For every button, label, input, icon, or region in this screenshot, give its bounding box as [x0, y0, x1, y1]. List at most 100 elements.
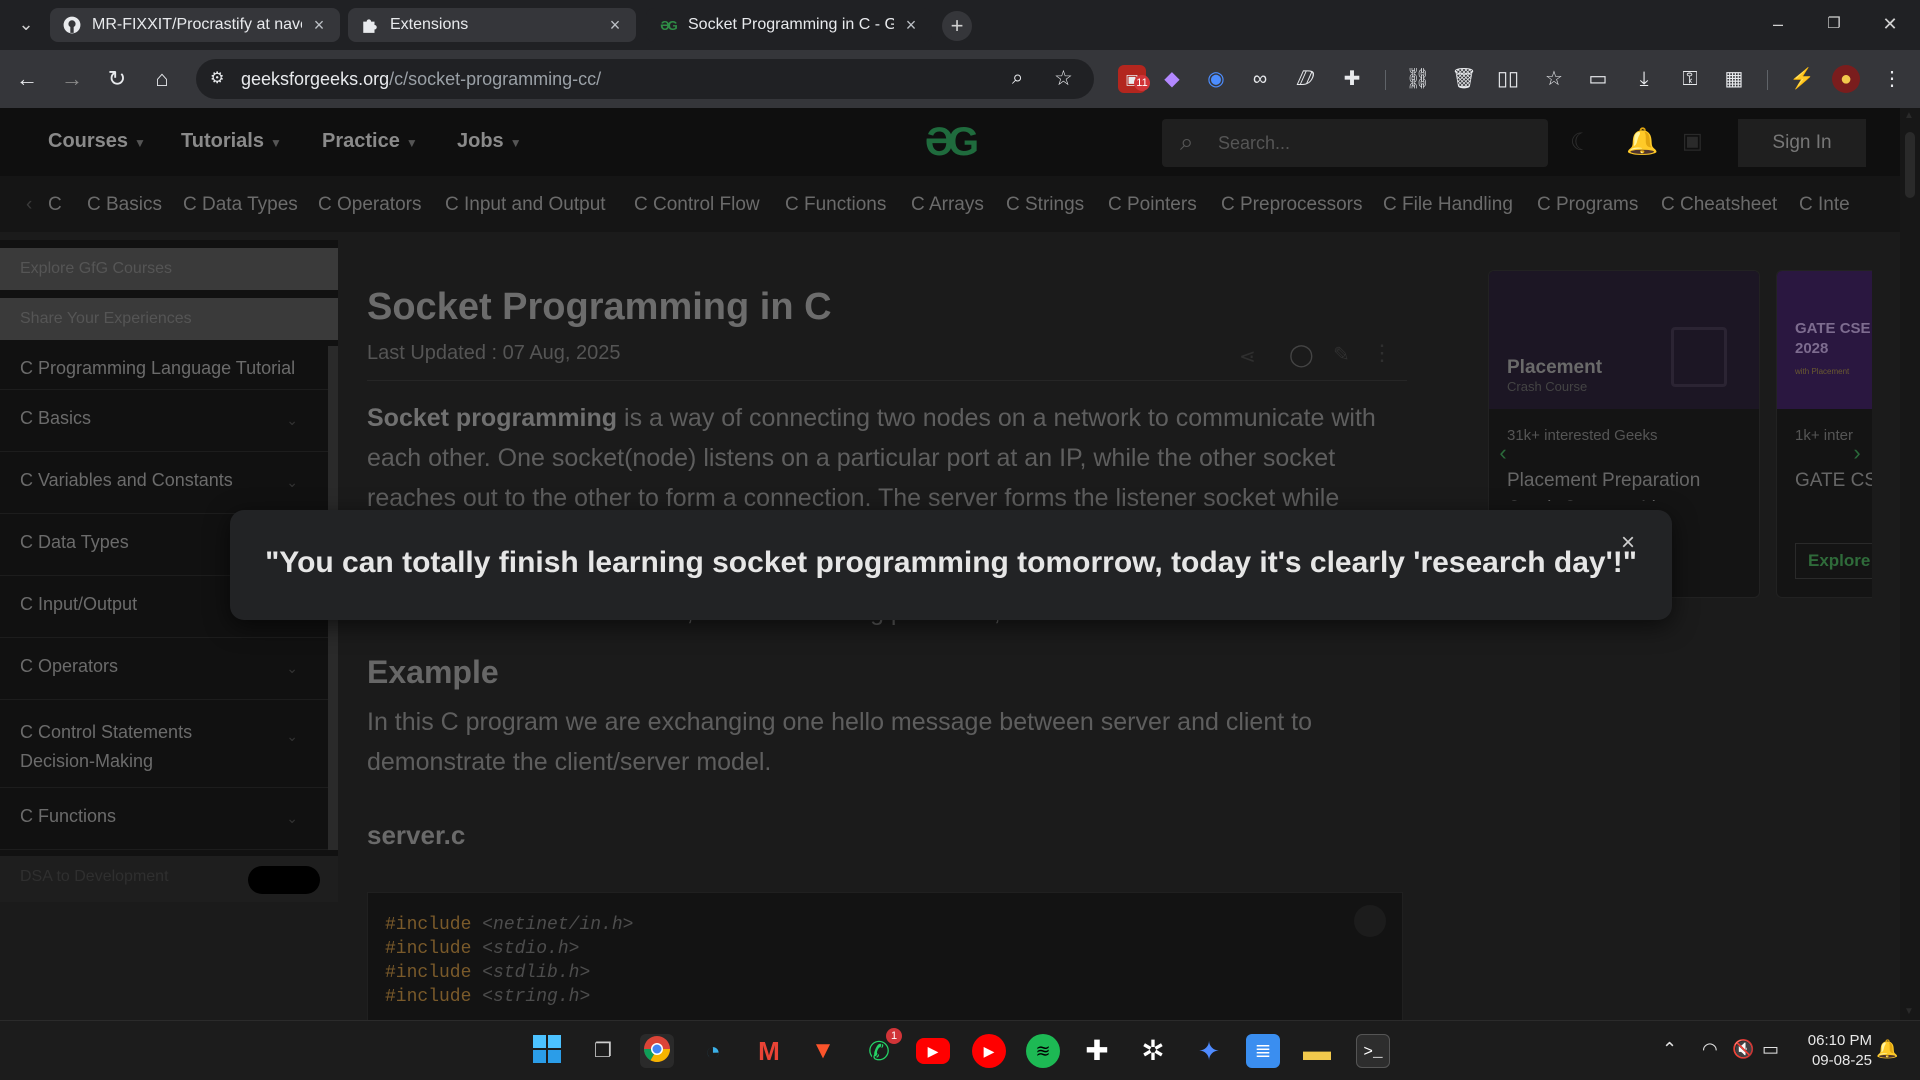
course-card[interactable]: GATE CSE 2028 with Placement 1k+ inter G… — [1776, 270, 1872, 598]
gemini-icon[interactable]: ✦ — [1192, 1034, 1226, 1068]
carousel-prev-icon[interactable]: ‹ — [1490, 440, 1516, 466]
home-icon[interactable]: ⌂ — [147, 64, 177, 94]
nav-jobs[interactable]: Jobs ▼ — [457, 130, 522, 153]
nav-tutorials[interactable]: Tutorials ▼ — [181, 130, 282, 153]
wifi-icon[interactable]: ◠ — [1702, 1039, 1718, 1060]
gfg-logo[interactable]: ƏG — [906, 122, 992, 162]
scrollbar-thumb[interactable] — [1905, 132, 1915, 198]
extension-icon-purple[interactable]: ◆ — [1158, 65, 1186, 93]
reload-icon[interactable]: ↻ — [102, 64, 132, 94]
nav-practice[interactable]: Practice ▼ — [322, 130, 418, 153]
share-experiences-button[interactable]: Share Your Experiences — [0, 298, 338, 340]
url-text[interactable]: geeksforgeeks.org/c/socket-programming-c… — [241, 69, 601, 90]
battery-icon[interactable]: ▭ — [1762, 1039, 1779, 1060]
address-bar[interactable]: ⚙ geeksforgeeks.org/c/socket-programming… — [196, 59, 1094, 99]
close-window-icon[interactable]: ✕ — [1872, 10, 1908, 38]
page-scrollbar[interactable]: ▲ ▼ — [1900, 108, 1920, 1020]
zoom-icon[interactable]: ⌕ — [1012, 67, 1023, 90]
cast-icon[interactable]: ▭ — [1584, 65, 1612, 93]
youtube-icon[interactable]: ▶ — [916, 1038, 950, 1064]
nav-courses[interactable]: Courses ▼ — [48, 130, 146, 153]
minimize-icon[interactable]: – — [1760, 10, 1796, 38]
gmail-icon[interactable]: M — [752, 1034, 786, 1068]
carousel-next-icon[interactable]: › — [1844, 440, 1870, 466]
edit-icon[interactable]: ✎ — [1333, 342, 1350, 367]
new-tab-button[interactable]: + — [942, 11, 972, 41]
topic-link[interactable]: C Cheatsheet — [1661, 194, 1777, 216]
edge-icon[interactable]: ◔ — [696, 1034, 730, 1068]
topic-link[interactable]: C Data Types — [183, 194, 298, 216]
youtube-music-icon[interactable]: ▶ — [972, 1034, 1006, 1068]
trash-icon[interactable]: 🗑 — [1450, 65, 1478, 93]
topic-link[interactable]: C File Handling — [1383, 194, 1513, 216]
scroll-down-icon[interactable]: ▼ — [1904, 1006, 1914, 1017]
topic-link[interactable]: C Arrays — [911, 194, 984, 216]
windows-start-icon[interactable] — [530, 1034, 564, 1068]
notifications-icon[interactable]: 🔔 — [1876, 1039, 1898, 1060]
reading-mode-icon[interactable]: ▯▯ — [1494, 65, 1522, 93]
brave-icon[interactable]: ▼ — [806, 1034, 840, 1068]
capcut-icon[interactable]: ✚ — [1080, 1034, 1114, 1068]
qr-code-icon[interactable]: ▦ — [1720, 65, 1748, 93]
topic-link[interactable]: C Control Flow — [634, 194, 760, 216]
menu-kebab-icon[interactable]: ⋮ — [1878, 65, 1906, 93]
spotify-icon[interactable]: ≋ — [1026, 1034, 1060, 1068]
link-icon[interactable]: ⛓ — [1404, 65, 1432, 93]
profile-avatar-icon[interactable]: ● — [1832, 65, 1860, 93]
sidebar-item-tutorial[interactable]: C Programming Language Tutorial — [0, 346, 328, 390]
dsa-toggle[interactable] — [248, 866, 320, 894]
explore-courses-button[interactable]: Explore GfG Courses — [0, 248, 338, 290]
tab-socket-programming[interactable]: ƏG Socket Programming in C - Gee × — [646, 8, 932, 42]
site-info-icon[interactable]: ⚙ — [210, 68, 232, 90]
topic-link[interactable]: C Pointers — [1108, 194, 1197, 216]
chevron-up-icon[interactable]: ⌃ — [1662, 1039, 1677, 1060]
chat-icon[interactable]: ▣ — [1682, 128, 1703, 154]
sidebar-item-control-statements[interactable]: C Control Statements Decision-Making ⌄ — [0, 700, 328, 788]
sidebar-item-basics[interactable]: C Basics ⌄ — [0, 390, 328, 452]
topic-link[interactable]: C Input and Output — [445, 194, 606, 216]
topic-link[interactable]: C Basics — [87, 194, 162, 216]
chatgpt-icon[interactable]: ✲ — [1136, 1034, 1170, 1068]
performance-icon[interactable]: ⚡ — [1788, 65, 1816, 93]
dsa-banner[interactable]: DSA to Development — [0, 856, 338, 902]
volume-muted-icon[interactable]: 🔇 — [1732, 1039, 1754, 1060]
chevron-left-icon[interactable]: ‹ — [26, 194, 32, 216]
task-view-icon[interactable]: ❐ — [586, 1034, 620, 1068]
sign-in-button[interactable]: Sign In — [1738, 119, 1866, 167]
close-tab-icon[interactable]: × — [606, 16, 624, 34]
file-explorer-icon[interactable]: ▬ — [1300, 1034, 1334, 1068]
topic-link[interactable]: C Programs — [1537, 194, 1638, 216]
download-icon[interactable]: ⤓ — [1630, 65, 1658, 93]
topic-link[interactable]: C Strings — [1006, 194, 1084, 216]
chrome-icon[interactable] — [640, 1034, 674, 1068]
bell-icon[interactable]: 🔔 — [1626, 126, 1658, 157]
bookmark-star-icon[interactable]: ☆ — [1054, 66, 1073, 91]
sidebar-item-functions[interactable]: C Functions ⌄ — [0, 788, 328, 850]
extension-icon-red[interactable]: ▣ 11 — [1118, 65, 1150, 93]
topic-link[interactable]: C Inte — [1799, 194, 1850, 216]
extension-icon-blue[interactable]: ◉ — [1202, 65, 1230, 93]
sidebar-item-operators[interactable]: C Operators ⌄ — [0, 638, 328, 700]
scroll-up-icon[interactable]: ▲ — [1904, 110, 1914, 121]
topic-link[interactable]: C Operators — [318, 194, 421, 216]
topic-link[interactable]: C Functions — [785, 194, 886, 216]
copy-code-icon[interactable] — [1354, 905, 1386, 937]
tab-procrastify[interactable]: MR-FIXXIT/Procrastify at naveen × — [50, 8, 340, 42]
favorites-icon[interactable]: ☆ — [1540, 65, 1568, 93]
close-popup-icon[interactable]: × — [1617, 531, 1639, 555]
explore-button[interactable]: Explore — [1795, 543, 1872, 579]
sidebar-item-variables[interactable]: C Variables and Constants ⌄ — [0, 452, 328, 514]
search-box[interactable]: ⌕ Search... — [1162, 119, 1548, 167]
comment-icon[interactable]: ◯ — [1289, 342, 1314, 368]
tab-search-icon[interactable]: ⌄ — [8, 10, 44, 38]
topic-link[interactable]: C Preprocessors — [1221, 194, 1363, 216]
code-block[interactable]: #include <netinet/in.h> #include <stdio.… — [367, 892, 1403, 1020]
extensions-puzzle-icon[interactable]: ✚ — [1338, 65, 1366, 93]
theme-toggle-icon[interactable]: ☾ — [1570, 128, 1592, 157]
close-tab-icon[interactable]: × — [310, 16, 328, 34]
extension-icon-glasses[interactable]: ∞ — [1246, 65, 1274, 93]
topic-link[interactable]: C — [48, 194, 62, 216]
close-tab-icon[interactable]: × — [902, 16, 920, 34]
clock[interactable]: 06:10 PM 09-08-25 — [1800, 1031, 1872, 1071]
back-icon[interactable]: ← — [12, 64, 42, 94]
